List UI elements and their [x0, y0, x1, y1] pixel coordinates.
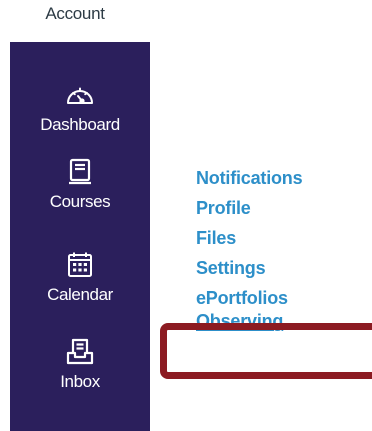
- inbox-tray-icon: [62, 334, 98, 370]
- nav-item-courses[interactable]: Courses: [10, 154, 150, 212]
- nav-label-inbox: Inbox: [60, 372, 100, 391]
- global-navigation-sidebar: Dashboard Courses Calendar Inbox: [10, 42, 150, 431]
- account-nav-label[interactable]: Account: [0, 0, 150, 42]
- account-tray-links: Notifications Profile Files Settings ePo…: [196, 168, 366, 341]
- tray-link-settings[interactable]: Settings: [196, 258, 366, 278]
- nav-label-courses: Courses: [49, 192, 111, 211]
- calendar-icon: [62, 247, 98, 283]
- courses-book-icon: [62, 154, 98, 190]
- tray-link-files[interactable]: Files: [196, 228, 366, 248]
- nav-item-dashboard[interactable]: Dashboard: [10, 77, 150, 135]
- dashboard-speedometer-icon: [62, 77, 98, 113]
- tray-link-notifications[interactable]: Notifications: [196, 168, 366, 188]
- nav-item-inbox[interactable]: Inbox: [10, 334, 150, 392]
- nav-label-dashboard: Dashboard: [40, 115, 120, 134]
- nav-item-calendar[interactable]: Calendar: [10, 247, 150, 305]
- tray-link-profile[interactable]: Profile: [196, 198, 366, 218]
- nav-label-calendar: Calendar: [47, 285, 113, 304]
- tray-link-eportfolios[interactable]: ePortfolios: [196, 288, 366, 304]
- canvas-account-menu: Account Dashboard Courses Calendar Inbox…: [0, 0, 372, 431]
- observing-highlight-box: [160, 323, 372, 379]
